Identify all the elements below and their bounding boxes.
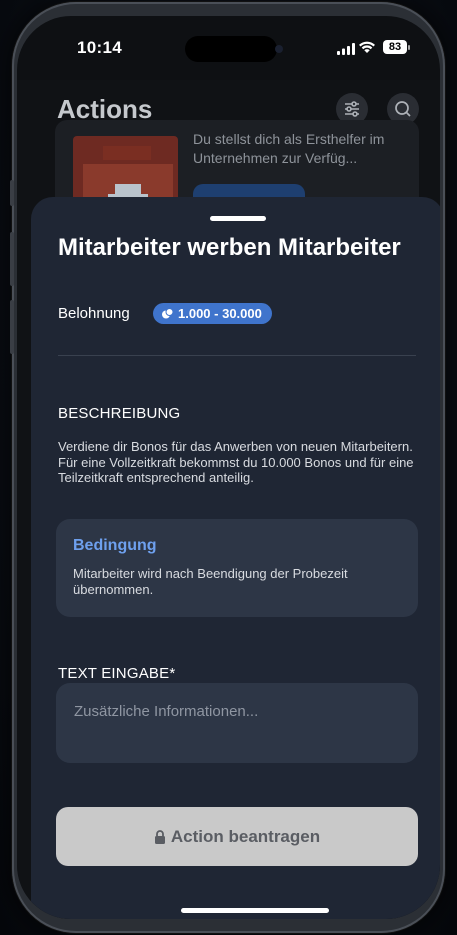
submit-action-button[interactable]: Action beantragen <box>56 807 418 866</box>
condition-text: Mitarbeiter wird nach Beendigung der Pro… <box>73 566 348 597</box>
description-heading: BESCHREIBUNG <box>58 405 181 422</box>
reward-badge: 1.000 - 30.000 <box>153 303 272 324</box>
description-line: Verdiene dir Bonos für das Anwerben von … <box>58 439 413 454</box>
action-detail-sheet: Mitarbeiter werben Mitarbeiter Belohnung… <box>31 197 440 919</box>
status-time: 10:14 <box>77 38 122 57</box>
battery-icon: 83 <box>383 40 407 54</box>
text-input-heading: TEXT EINGABE* <box>58 665 176 682</box>
coin-icon <box>162 308 174 319</box>
description-text: Verdiene dir Bonos für das Anwerben von … <box>58 439 418 486</box>
action-title: Mitarbeiter werben Mitarbeiter <box>58 234 401 261</box>
signal-icon <box>337 43 355 55</box>
screen: Actions Du stellst dich als Ersthelfer i… <box>17 16 440 919</box>
phone-mute-switch <box>10 180 14 206</box>
description-line: Für eine Vollzeitkraft bekommst du 10.00… <box>58 454 414 486</box>
additional-info-input[interactable] <box>56 683 418 763</box>
phone-volume-down <box>10 300 14 354</box>
sheet-grabber[interactable] <box>210 216 266 221</box>
background-card-description: Du stellst dich als Ersthelfer im Untern… <box>193 131 385 166</box>
condition-title: Bedingung <box>73 537 157 554</box>
status-bar: 10:14 83 <box>17 16 440 80</box>
home-indicator[interactable] <box>181 908 329 913</box>
submit-action-label: Action beantragen <box>170 826 321 846</box>
phone-volume-up <box>10 232 14 286</box>
condition-card: Bedingung Mitarbeiter wird nach Beendigu… <box>56 519 418 617</box>
reward-label: Belohnung <box>58 305 130 322</box>
reward-range: 1.000 - 30.000 <box>178 306 262 321</box>
wifi-icon <box>359 41 375 53</box>
dynamic-island <box>185 36 277 62</box>
divider <box>58 355 416 356</box>
lock-icon <box>154 829 165 844</box>
camera-dot <box>275 45 283 53</box>
battery-tip <box>408 45 410 50</box>
